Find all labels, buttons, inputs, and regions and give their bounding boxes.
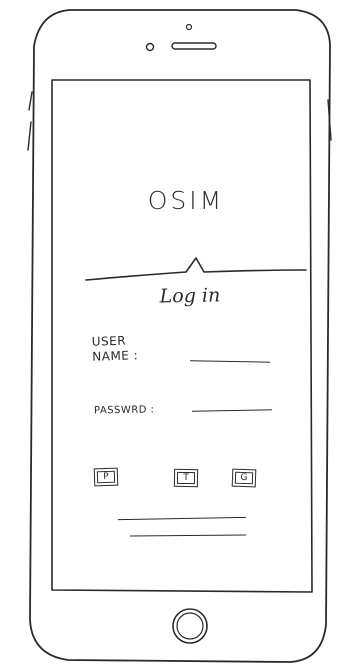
sensor-icon	[185, 23, 193, 31]
app-title: OSIM	[147, 186, 225, 215]
username-label-line1: USER	[91, 333, 127, 349]
header-divider	[85, 257, 307, 281]
home-button-inner-ring	[176, 612, 204, 640]
phone-frame	[29, 9, 331, 663]
side-button-left	[28, 91, 33, 111]
username-label-line2: NAME :	[92, 348, 139, 364]
username-label: USER NAME :	[91, 333, 138, 365]
home-button[interactable]	[172, 608, 208, 644]
side-button-left-2	[27, 121, 32, 151]
camera-icon	[145, 42, 155, 52]
p-icon: P	[103, 471, 109, 483]
password-label: PASSWRD :	[93, 404, 155, 417]
social-button-g[interactable]: G	[231, 468, 257, 488]
social-button-p[interactable]: P	[93, 467, 119, 487]
social-button-t[interactable]: T	[173, 468, 199, 488]
speaker-icon	[171, 42, 217, 50]
phone-sketch	[27, 9, 332, 663]
t-icon: T	[183, 472, 189, 484]
g-icon: G	[240, 472, 248, 484]
